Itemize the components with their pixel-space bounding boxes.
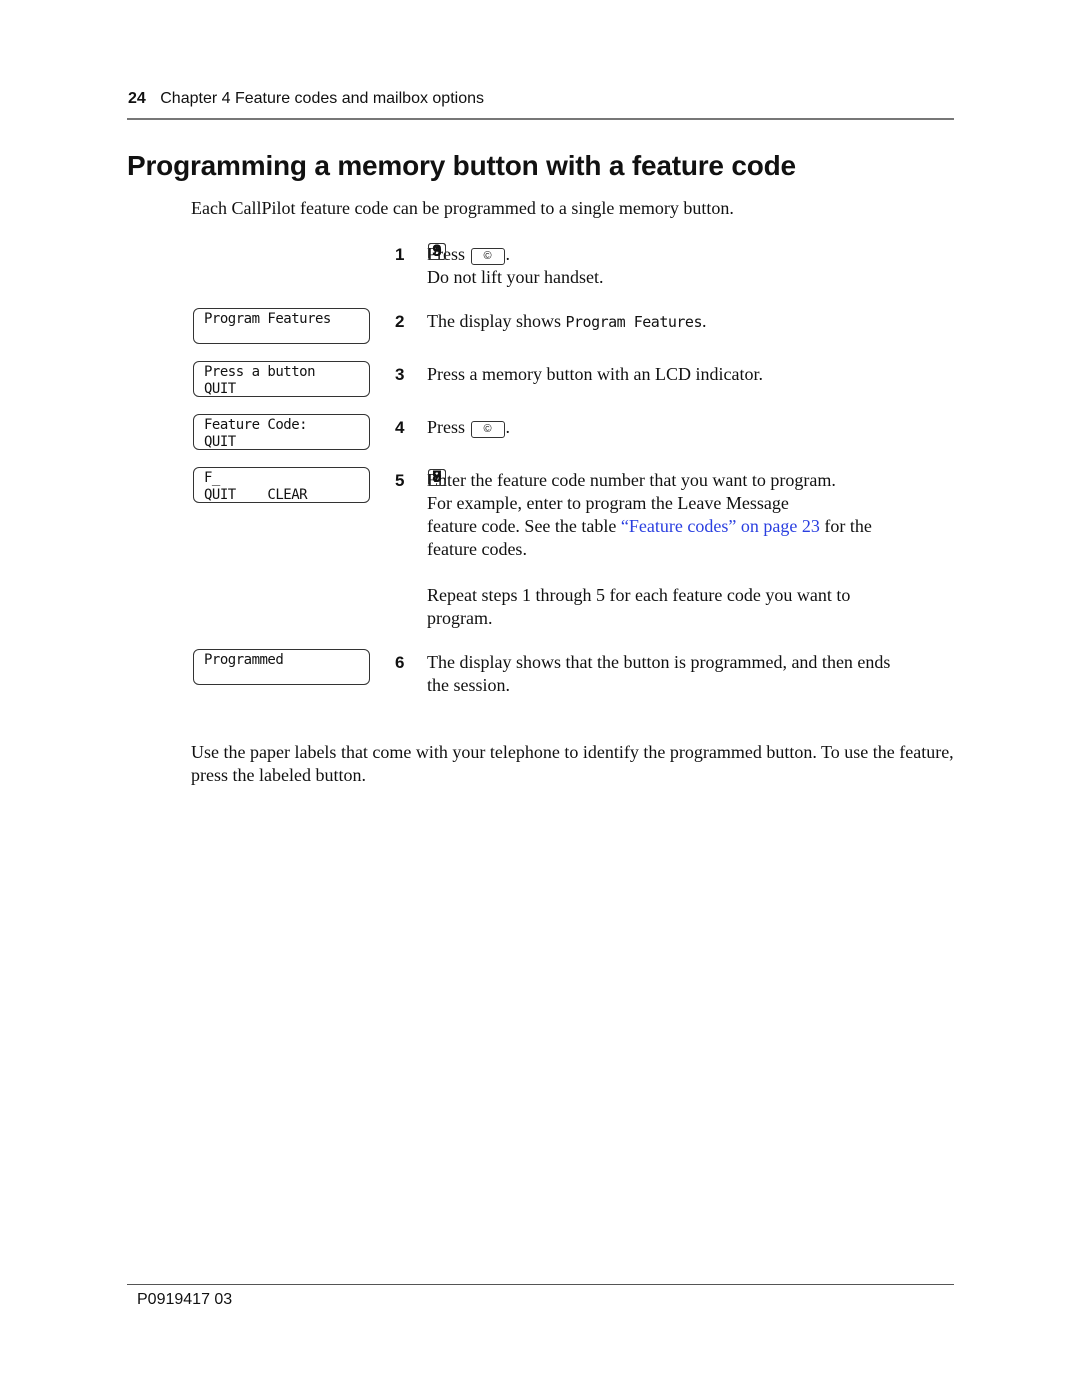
- intro-paragraph: Each CallPilot feature code can be progr…: [191, 198, 734, 218]
- lcd-line-1: Press a button: [204, 364, 316, 380]
- step-number: 3: [395, 365, 405, 384]
- lcd-display-f-entry: F_ QUIT CLEAR: [193, 467, 370, 503]
- step-text: .: [702, 311, 707, 331]
- step-text: The display shows that the button is pro…: [427, 652, 891, 672]
- step-number: 6: [395, 653, 405, 672]
- lcd-line-2: QUIT: [204, 434, 236, 450]
- note-text: program.: [427, 608, 493, 628]
- step-text: Press: [427, 417, 466, 437]
- chapter-title: Chapter 4 Feature codes and mailbox opti…: [160, 90, 484, 107]
- step-text: The display shows: [427, 311, 566, 331]
- step-number: 1: [395, 245, 405, 264]
- feature-key-icon: ©: [470, 248, 505, 265]
- lcd-line-1: F_: [204, 470, 220, 486]
- page-title: Programming a memory button with a featu…: [127, 150, 796, 181]
- closing-paragraph: Use the paper labels that come with your…: [191, 742, 954, 785]
- step-text: .: [505, 417, 511, 437]
- step-number: 4: [395, 418, 405, 437]
- step-text: Do not lift your handset.: [427, 267, 604, 287]
- document-number: P0919417 03: [137, 1291, 233, 1308]
- feature-codes-link[interactable]: “Feature codes” on page 23: [621, 516, 820, 536]
- display-text: Program Features: [565, 313, 703, 331]
- step-number: 2: [395, 312, 405, 331]
- step-text: Press a memory button with an LCD indica…: [427, 364, 763, 384]
- feature-key-icon: ©: [470, 421, 505, 438]
- lcd-line-2: QUIT CLEAR: [204, 487, 308, 503]
- lcd-line-1: Program Features: [204, 311, 331, 327]
- key-7: 7: [428, 468, 446, 486]
- step-text: Enter the feature code number that you w…: [427, 470, 836, 490]
- step-text: to program the Leave Message: [566, 493, 789, 513]
- step-text: feature codes.: [427, 539, 527, 559]
- note-text: Repeat steps 1 through 5 for each featur…: [427, 585, 851, 605]
- step-text: feature code. See the table: [427, 516, 621, 536]
- running-header: 24 Chapter 4 Feature codes and mailbox o…: [128, 90, 484, 108]
- lcd-line-1: Programmed: [204, 652, 284, 668]
- lcd-display-program-features: Program Features: [193, 308, 370, 344]
- step-text: For example, enter: [427, 493, 563, 513]
- footer-rule: [127, 1284, 954, 1285]
- lcd-display-programmed: Programmed: [193, 649, 370, 685]
- key-3: 3: [428, 242, 446, 260]
- lcd-display-press-button: Press a button QUIT: [193, 361, 370, 397]
- page-number: 24: [128, 90, 146, 107]
- step-text: for the: [819, 516, 872, 536]
- step-text: the session.: [427, 675, 510, 695]
- step-text: .: [505, 244, 511, 264]
- lcd-display-feature-code: Feature Code: QUIT: [193, 414, 370, 450]
- step-number: 5: [395, 471, 405, 490]
- lcd-line-2: QUIT: [204, 381, 236, 397]
- lcd-line-1: Feature Code:: [204, 417, 308, 433]
- header-rule: [127, 118, 954, 120]
